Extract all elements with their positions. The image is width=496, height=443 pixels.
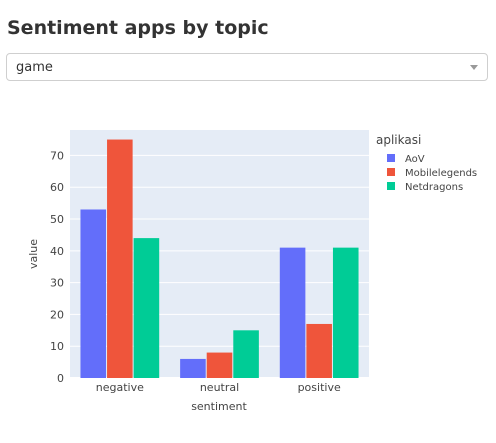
legend-swatch <box>387 182 395 190</box>
x-tick-labels: negative neutral positive <box>96 381 341 394</box>
y-tick-label: 10 <box>50 340 64 353</box>
x-axis-title: sentiment <box>191 400 247 413</box>
y-tick-label: 20 <box>50 308 64 321</box>
bar-mobilelegends-positive <box>306 323 332 378</box>
legend-item-mobilelegends[interactable]: Mobilelegends <box>405 168 477 179</box>
y-tick-label: 60 <box>50 181 64 194</box>
legend: aplikasi AoV Mobilelegends Netdragons <box>376 133 477 193</box>
x-tick-label: negative <box>96 381 144 394</box>
y-tick-label: 70 <box>50 149 64 162</box>
bar-netdragons-positive <box>332 247 359 378</box>
bar-aov-negative <box>80 209 107 378</box>
x-tick-label: neutral <box>200 381 239 394</box>
legend-swatch <box>387 154 395 162</box>
sentiment-bar-chart: 010203040506070 negative neutral positive … <box>27 130 477 413</box>
chevron-down-icon[interactable] <box>470 65 478 70</box>
bar-mobilelegends-neutral <box>206 352 233 378</box>
topic-dropdown[interactable]: game <box>6 53 488 81</box>
legend-swatch <box>387 168 395 176</box>
x-tick-label: positive <box>298 381 341 394</box>
bar-aov-positive <box>279 247 306 378</box>
y-tick-labels: 0 10 20 30 40 50 60 70 <box>50 149 64 385</box>
y-tick-label: 40 <box>50 245 64 258</box>
y-tick-label: 0 <box>57 372 64 385</box>
legend-item-aov[interactable]: AoV <box>405 154 425 165</box>
topic-dropdown-value: game <box>16 60 53 75</box>
y-axis-title: value <box>27 239 40 269</box>
bar-mobilelegends-negative <box>107 139 133 378</box>
legend-item-netdragons[interactable]: Netdragons <box>405 182 463 193</box>
bar-aov-neutral <box>180 358 206 378</box>
y-tick-label: 30 <box>50 277 64 290</box>
bar-netdragons-negative <box>133 238 160 378</box>
legend-title: aplikasi <box>376 133 421 147</box>
y-tick-label: 50 <box>50 213 64 226</box>
page-title: Sentiment apps by topic <box>7 17 269 39</box>
bar-netdragons-neutral <box>233 330 259 378</box>
